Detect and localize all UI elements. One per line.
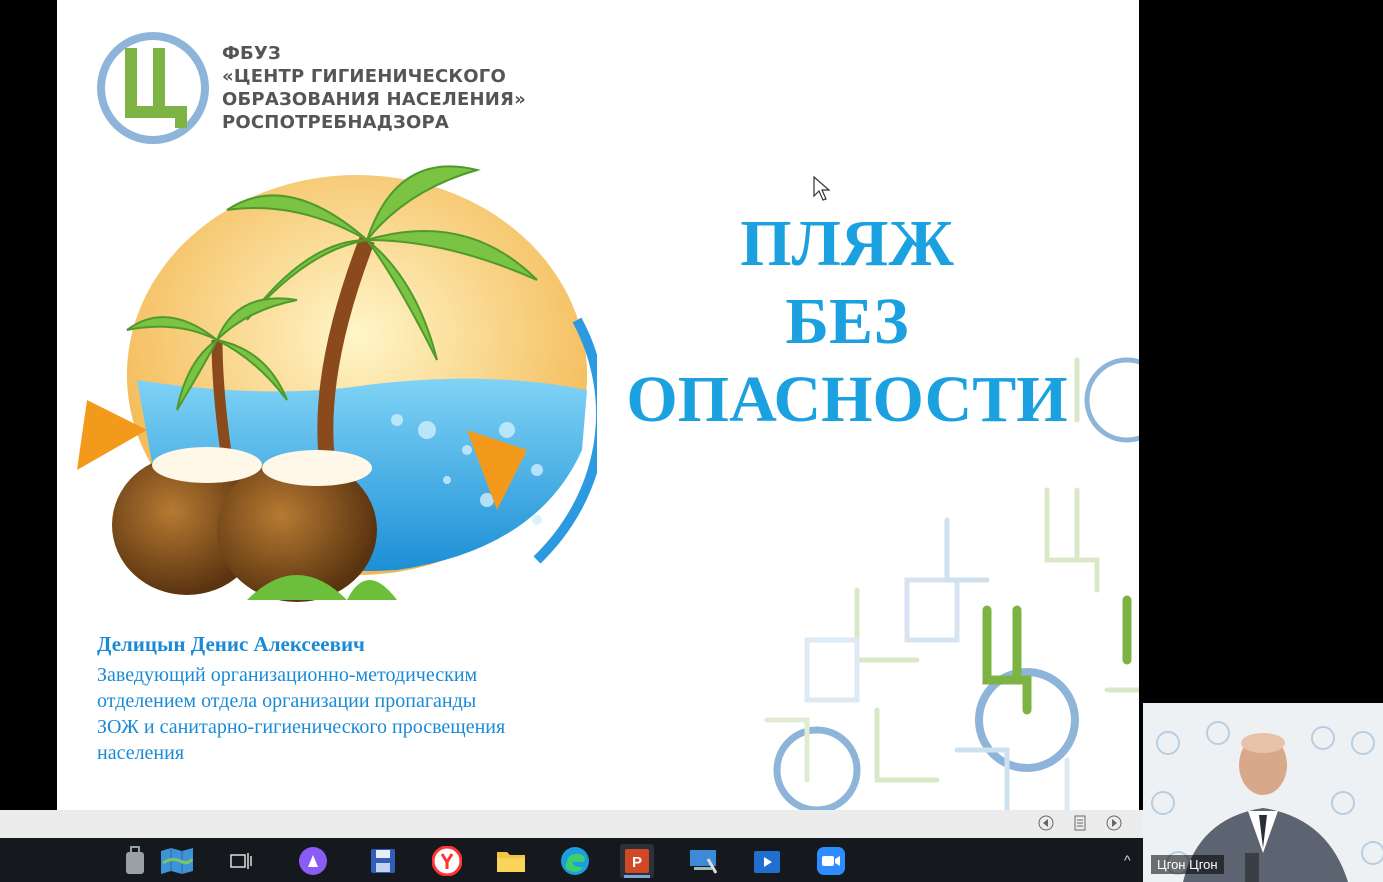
map-icon[interactable] — [160, 844, 194, 878]
edge-icon[interactable] — [558, 844, 592, 878]
prev-arrow-icon — [1038, 815, 1054, 831]
title-line-1: ПЛЯЖ — [740, 207, 954, 280]
beach-illustration — [77, 165, 597, 602]
position-line-1: Заведующий организационно-методическим — [97, 664, 478, 686]
author-name: Делицын Денис Алексеевич — [97, 632, 365, 656]
slide-menu-button[interactable] — [1072, 815, 1088, 831]
author-position: Заведующий организационно-методическим о… — [97, 662, 617, 766]
media-player-icon[interactable] — [750, 844, 784, 878]
org-line-2: «ЦЕНТР ГИГИЕНИЧЕСКОГО — [222, 66, 506, 87]
org-logo — [97, 32, 209, 144]
file-explorer-icon[interactable] — [494, 844, 528, 878]
decorative-pattern — [764, 357, 1139, 810]
powerpoint-letter: P — [632, 854, 642, 871]
menu-icon — [1074, 815, 1086, 831]
next-slide-button[interactable] — [1106, 815, 1122, 831]
remote-desktop-icon[interactable] — [686, 844, 720, 878]
task-view-icon[interactable] — [224, 844, 258, 878]
position-line-4: населения — [97, 742, 185, 764]
org-line-1: ФБУЗ — [222, 43, 282, 64]
participant-name: Цгон Цгон — [1151, 855, 1224, 874]
tray-chevron-icon[interactable]: ^ — [1124, 852, 1131, 868]
presentation-slide: ФБУЗ «ЦЕНТР ГИГИЕНИЧЕСКОГО ОБРАЗОВАНИЯ Н… — [57, 0, 1139, 810]
save-icon[interactable] — [366, 844, 400, 878]
slide-nav-bar — [0, 810, 1143, 838]
left-letterbox — [0, 0, 57, 810]
powerpoint-icon[interactable]: P — [620, 844, 654, 878]
prev-slide-button[interactable] — [1038, 815, 1054, 831]
org-line-3: ОБРАЗОВАНИЯ НАСЕЛЕНИЯ» — [222, 89, 526, 110]
position-line-2: отделением отдела организации пропаганды — [97, 690, 477, 712]
position-line-3: ЗОЖ и санитарно-гигиенического просвещен… — [97, 716, 506, 738]
next-arrow-icon — [1106, 815, 1122, 831]
mouse-cursor-icon — [813, 176, 831, 201]
suitcase-icon[interactable] — [118, 844, 152, 878]
yandex-browser-icon[interactable] — [430, 844, 464, 878]
org-name: ФБУЗ «ЦЕНТР ГИГИЕНИЧЕСКОГО ОБРАЗОВАНИЯ Н… — [222, 42, 526, 134]
zoom-icon[interactable] — [814, 844, 848, 878]
alice-icon[interactable] — [296, 844, 330, 878]
